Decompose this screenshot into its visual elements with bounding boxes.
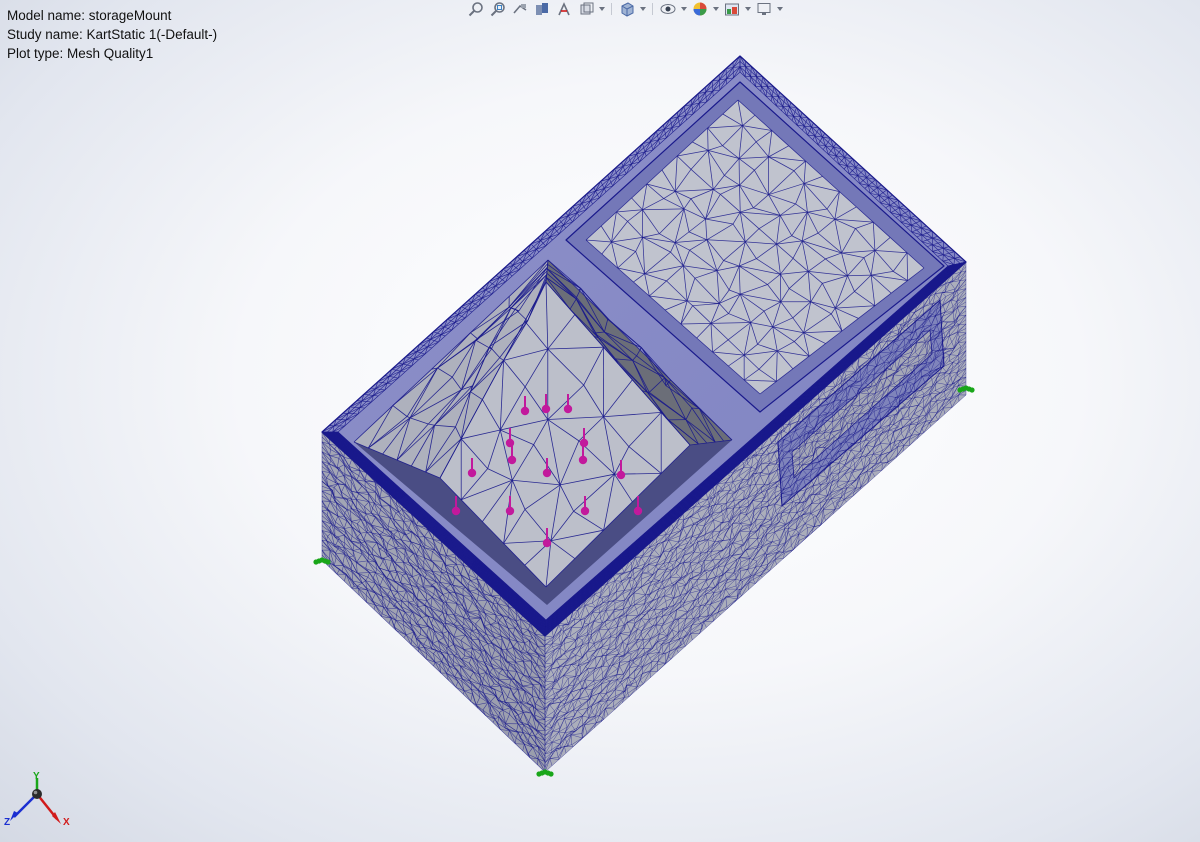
edit-appearance-dropdown-icon[interactable] (712, 1, 720, 18)
study-info: Model name: storageMount Study name: Kar… (7, 6, 217, 63)
plot-type-label: Plot type: Mesh Quality1 (7, 46, 154, 61)
previous-view-icon[interactable] (510, 1, 530, 18)
apply-scene-dropdown-icon[interactable] (744, 1, 752, 18)
hide-show-items-icon[interactable] (658, 1, 678, 18)
hide-show-dropdown-icon[interactable] (680, 1, 688, 18)
model-name-label: Model name: storageMount (7, 8, 172, 23)
graphics-viewport[interactable]: Model name: storageMount Study name: Kar… (0, 0, 1200, 842)
meshed-model[interactable] (0, 0, 1200, 842)
view-orientation-dropdown-icon[interactable] (598, 1, 606, 18)
display-style-icon[interactable] (617, 1, 637, 18)
triad-x-label: X (63, 817, 70, 828)
zoom-to-area-icon[interactable] (488, 1, 508, 18)
view-settings-dropdown-icon[interactable] (776, 1, 784, 18)
apply-scene-icon[interactable] (722, 1, 742, 18)
study-name-label: Study name: KartStatic 1(-Default-) (7, 27, 218, 42)
triad-y-label: Y (33, 771, 40, 782)
zoom-to-fit-icon[interactable] (466, 1, 486, 18)
display-style-dropdown-icon[interactable] (639, 1, 647, 18)
edit-appearance-icon[interactable] (690, 1, 710, 18)
section-view-icon[interactable] (532, 1, 552, 18)
toolbar-separator (652, 3, 653, 15)
triad-z-label: Z (4, 817, 11, 828)
fixture-marker (536, 769, 554, 777)
view-settings-icon[interactable] (754, 1, 774, 18)
dynamic-annotation-icon[interactable] (554, 1, 574, 18)
orientation-triad[interactable]: Y X Z (0, 766, 80, 836)
toolbar-separator (611, 3, 612, 15)
view-orientation-icon[interactable] (576, 1, 596, 18)
heads-up-view-toolbar (466, 0, 784, 18)
